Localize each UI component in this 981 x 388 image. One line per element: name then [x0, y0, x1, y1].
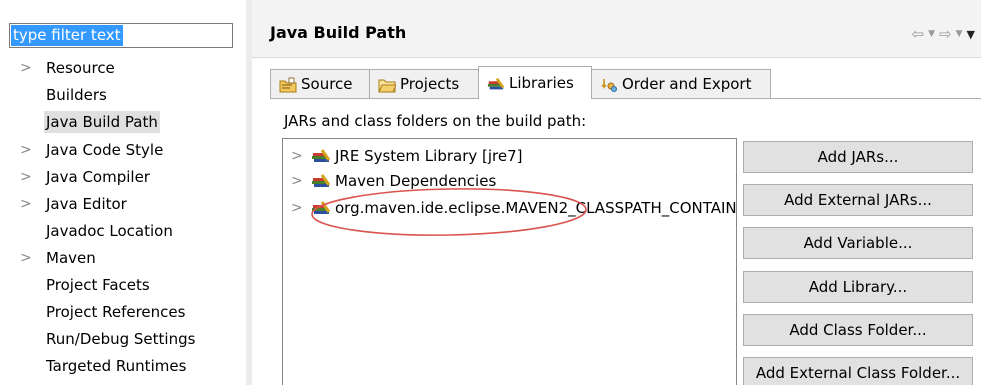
add-jars-button[interactable]: Add JARs...: [743, 141, 973, 173]
tree-item-label: Resource: [46, 59, 115, 77]
back-arrow-icon[interactable]: ⇦: [912, 25, 925, 43]
build-path-label: JARs and class folders on the build path…: [284, 112, 587, 130]
tab-label: Source: [301, 75, 353, 93]
back-dropdown-icon[interactable]: ▼: [928, 29, 935, 39]
tab-label: Projects: [400, 75, 460, 93]
page-header: Java Build Path ⇦ ▼ ⇨ ▼ ▼: [252, 0, 981, 58]
expand-arrow-icon[interactable]: >: [20, 139, 32, 161]
expand-arrow-icon[interactable]: >: [291, 169, 303, 193]
expand-arrow-icon[interactable]: >: [20, 247, 32, 269]
library-icon: [312, 174, 331, 187]
property-page: Java Build Path ⇦ ▼ ⇨ ▼ ▼ Source Project…: [252, 0, 981, 385]
expand-arrow-icon[interactable]: >: [20, 57, 32, 79]
library-row-maven2-classpath-container[interactable]: > org.maven.ide.eclipse.MAVEN2_CLASSPATH…: [283, 196, 737, 220]
tree-item-label: Java Build Path: [44, 111, 160, 133]
tree-item-label: Java Code Style: [46, 141, 164, 159]
add-variable-button[interactable]: Add Variable...: [743, 227, 973, 259]
tab-label: Order and Export: [622, 75, 752, 93]
add-external-jars-button[interactable]: Add External JARs...: [743, 184, 973, 216]
expand-arrow-icon[interactable]: >: [291, 144, 303, 168]
filter-input-text[interactable]: type filter text: [11, 25, 123, 46]
tree-item-label: Java Editor: [46, 195, 127, 213]
tab-label: Libraries: [509, 74, 574, 92]
view-menu-icon[interactable]: ▼: [967, 28, 975, 41]
forward-dropdown-icon[interactable]: ▼: [956, 29, 963, 39]
libraries-icon: [487, 77, 505, 90]
tab-source[interactable]: Source: [270, 69, 370, 99]
add-class-folder-button[interactable]: Add Class Folder...: [743, 314, 973, 346]
expand-arrow-icon[interactable]: >: [20, 166, 32, 188]
source-folder-icon: [279, 77, 297, 93]
preferences-navigation-pane: type filter text > Resource Builders Jav…: [0, 0, 246, 385]
forward-arrow-icon[interactable]: ⇨: [939, 25, 952, 43]
tree-item-label: Javadoc Location: [46, 222, 173, 240]
projects-folder-icon: [378, 79, 396, 93]
tree-item-label: Targeted Runtimes: [46, 357, 187, 375]
library-label: JRE System Library [jre7]: [335, 147, 523, 165]
library-icon: [312, 149, 331, 162]
add-library-button[interactable]: Add Library...: [743, 271, 973, 303]
add-external-class-folder-button[interactable]: Add External Class Folder...: [743, 357, 973, 385]
tree-item-label: Run/Debug Settings: [46, 330, 196, 348]
page-title: Java Build Path: [270, 23, 407, 42]
tree-item-label: Project Facets: [46, 276, 150, 294]
tab-libraries[interactable]: Libraries: [478, 66, 592, 99]
library-label: org.maven.ide.eclipse.MAVEN2_CLASSPATH_C…: [335, 199, 737, 217]
library-icon: [312, 201, 331, 214]
tree-item-label: Java Compiler: [46, 168, 150, 186]
filter-input[interactable]: type filter text: [9, 23, 233, 48]
order-export-icon: [601, 79, 617, 92]
library-tree[interactable]: > JRE System Library [jre7] > Maven Depe…: [282, 138, 737, 385]
tree-item-label: Maven: [46, 249, 96, 267]
tab-divider: [270, 98, 981, 99]
expand-arrow-icon[interactable]: >: [291, 196, 303, 220]
tab-projects[interactable]: Projects: [369, 69, 479, 99]
tree-item-label: Builders: [46, 86, 107, 104]
tree-item-label: Project References: [46, 303, 186, 321]
library-label: Maven Dependencies: [335, 172, 497, 190]
library-row-jre[interactable]: > JRE System Library [jre7]: [283, 144, 736, 168]
expand-arrow-icon[interactable]: >: [20, 193, 32, 215]
history-navigation: ⇦ ▼ ⇨ ▼ ▼: [912, 22, 975, 46]
tab-order-and-export[interactable]: Order and Export: [591, 69, 771, 99]
library-row-maven-dependencies[interactable]: > Maven Dependencies: [283, 169, 736, 193]
